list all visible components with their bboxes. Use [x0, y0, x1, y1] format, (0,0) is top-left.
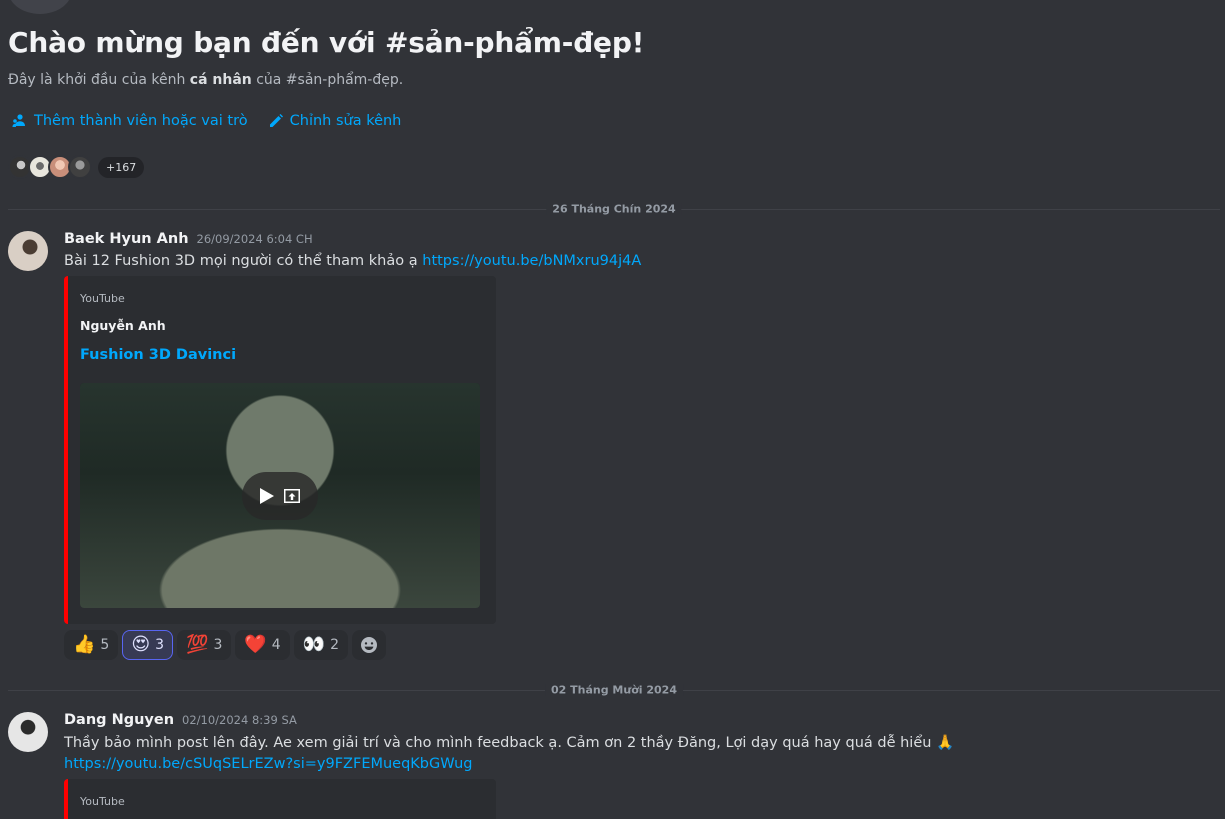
welcome-title: Chào mừng bạn đến với #sản-phẩm-đẹp!: [8, 26, 645, 59]
message-timestamp: 02/10/2024 8:39 SA: [182, 713, 297, 727]
message-text: Bài 12 Fushion 3D mọi người có thể tham …: [64, 253, 423, 269]
thumbs-up-icon: 👍: [73, 634, 96, 655]
message-header: Dang Nguyen 02/10/2024 8:39 SA: [64, 712, 297, 728]
play-button[interactable]: [242, 471, 318, 520]
message-header: Baek Hyun Anh 26/09/2024 6:04 CH: [64, 231, 313, 247]
add-reaction-button[interactable]: [352, 630, 387, 660]
heart-eyes-icon: 😍: [131, 634, 151, 655]
red-heart-icon: ❤️: [244, 634, 267, 655]
message-text: Thầy bảo mình post lên đây. Ae xem giải …: [64, 735, 955, 751]
message-author[interactable]: Dang Nguyen: [64, 712, 174, 728]
reaction-thumbs-up[interactable]: 👍 5: [64, 630, 119, 660]
reaction-count: 3: [155, 637, 165, 653]
reactions-bar: 👍 5 😍 3 💯 3 ❤️ 4 👀 2: [64, 630, 387, 660]
edit-channel-button[interactable]: Chỉnh sửa kênh: [268, 113, 402, 129]
more-members-badge: +167: [98, 156, 145, 178]
channel-view: Chào mừng bạn đến với #sản-phẩm-đẹp! Đây…: [0, 0, 1225, 819]
video-thumbnail[interactable]: [80, 383, 480, 608]
reaction-count: 2: [330, 637, 340, 653]
youtube-embed: YouTube: [64, 779, 496, 819]
pencil-icon: [269, 114, 283, 127]
welcome-subtitle-text: Đây là khởi đầu của kênh: [8, 72, 190, 88]
reaction-hundred-points[interactable]: 💯 3: [177, 630, 232, 660]
embed-provider[interactable]: YouTube: [80, 795, 125, 808]
embed-author[interactable]: Nguyễn Anh: [80, 318, 166, 333]
welcome-subtitle-end: của #sản-phẩm-đẹp.: [251, 72, 404, 88]
edit-channel-label: Chỉnh sửa kênh: [289, 113, 402, 129]
date-divider-label: 26 Tháng Chín 2024: [546, 202, 682, 216]
add-members-label: Thêm thành viên hoặc vai trò: [34, 113, 248, 129]
channel-icon: [8, 0, 72, 14]
message-link[interactable]: https://youtu.be/cSUqSELrEZw?si=y9FZFEMu…: [64, 756, 472, 772]
member-avatars[interactable]: +167: [8, 155, 145, 179]
play-icon: [260, 487, 274, 504]
eyes-icon: 👀: [302, 634, 326, 655]
welcome-subtitle: Đây là khởi đầu của kênh cá nhân của #sả…: [8, 72, 403, 88]
channel-actions: Thêm thành viên hoặc vai trò Chỉnh sửa k…: [12, 113, 401, 129]
reaction-heart-eyes[interactable]: 😍 3: [122, 630, 174, 660]
reaction-count: 5: [100, 637, 110, 653]
embed-title[interactable]: Fushion 3D Davinci: [80, 347, 236, 363]
avatar[interactable]: [8, 712, 48, 752]
embed-provider[interactable]: YouTube: [80, 292, 125, 305]
open-external-icon: [284, 488, 300, 503]
date-divider-label: 02 Tháng Mười 2024: [545, 683, 683, 697]
add-members-icon: [12, 114, 25, 127]
hundred-points-icon: 💯: [186, 634, 209, 655]
youtube-embed: YouTube Nguyễn Anh Fushion 3D Davinci: [64, 276, 496, 624]
reaction-count: 4: [271, 637, 281, 653]
reaction-red-heart[interactable]: ❤️ 4: [235, 630, 290, 660]
message-author[interactable]: Baek Hyun Anh: [64, 231, 189, 247]
avatar[interactable]: [8, 231, 48, 271]
member-avatar: [68, 155, 92, 179]
welcome-subtitle-bold: cá nhân: [189, 72, 252, 88]
message-timestamp: 26/09/2024 6:04 CH: [196, 232, 313, 246]
add-members-button[interactable]: Thêm thành viên hoặc vai trò: [12, 113, 248, 129]
smiley-icon: [361, 637, 378, 653]
reaction-count: 3: [213, 637, 223, 653]
date-divider: 02 Tháng Mười 2024: [8, 683, 1220, 697]
date-divider: 26 Tháng Chín 2024: [8, 202, 1220, 216]
message-link[interactable]: https://youtu.be/bNMxru94j4A: [422, 253, 641, 269]
reaction-eyes[interactable]: 👀 2: [293, 630, 349, 660]
message-content: Bài 12 Fushion 3D mọi người có thể tham …: [64, 253, 641, 269]
